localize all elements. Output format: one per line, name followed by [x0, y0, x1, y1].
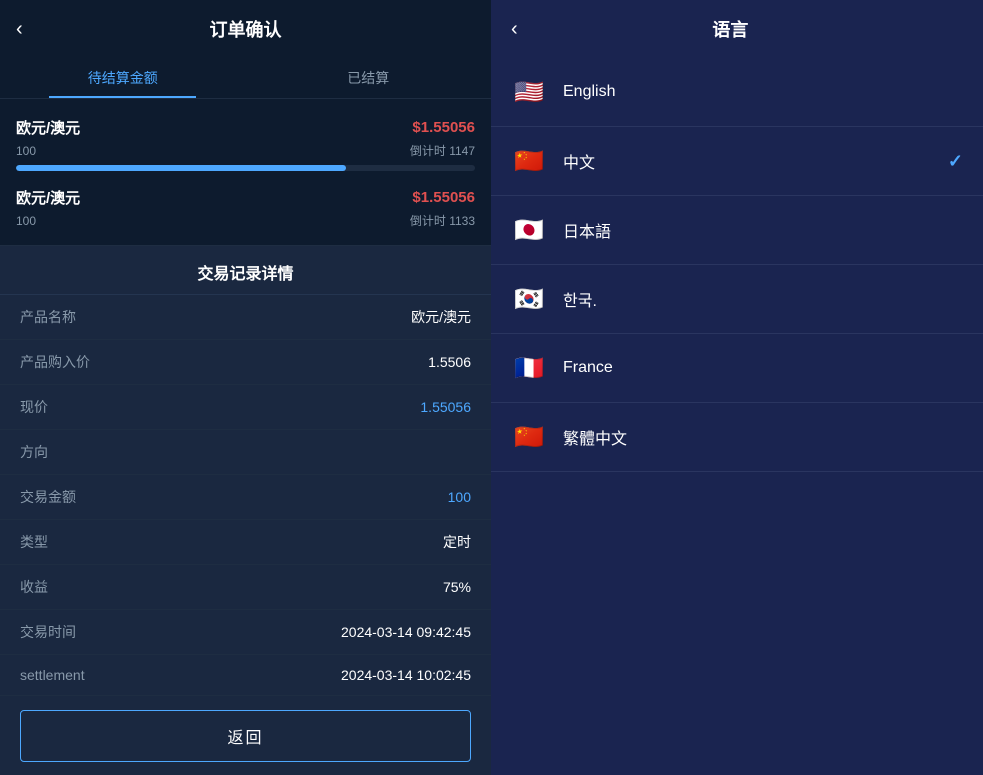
- right-title: 语言: [534, 16, 927, 42]
- order-countdown-1: 倒计时 1147: [410, 142, 475, 159]
- detail-label-6: 收益: [20, 577, 48, 597]
- progress-bar-fill-1: [16, 165, 346, 171]
- order-price-2: $1.55056: [412, 189, 475, 206]
- tabs: 待结算金额 已结算: [0, 58, 491, 99]
- detail-panel: 交易记录详情 产品名称 欧元/澳元 产品购入价 1.5506 现价 1.5505…: [0, 246, 491, 775]
- lang-name-chinese: 中文: [563, 149, 595, 173]
- detail-row-8: settlement 2024-03-14 10:02:45: [0, 655, 491, 696]
- detail-label-1: 产品购入价: [20, 352, 90, 372]
- flag-french: 🇫🇷: [511, 350, 547, 386]
- lang-item-english[interactable]: 🇺🇸 English: [491, 58, 983, 127]
- detail-value-8: 2024-03-14 10:02:45: [341, 667, 471, 683]
- lang-item-chinese[interactable]: 🇨🇳 中文 ✓: [491, 127, 983, 196]
- detail-label-3: 方向: [20, 442, 48, 462]
- detail-row-4: 交易金额 100: [0, 475, 491, 520]
- left-header: ‹ 订单确认: [0, 0, 491, 58]
- language-list: 🇺🇸 English 🇨🇳 中文 ✓ 🇯🇵 日本語 🇰🇷 한국. 🇫🇷 Fran…: [491, 58, 983, 775]
- lang-name-korean: 한국.: [563, 287, 597, 311]
- right-back-button[interactable]: ‹: [511, 18, 518, 41]
- flag-chinese: 🇨🇳: [511, 143, 547, 179]
- lang-item-traditional-chinese[interactable]: 🇨🇳 繁體中文: [491, 403, 983, 472]
- detail-row-2: 现价 1.55056: [0, 385, 491, 430]
- detail-value-2: 1.55056: [420, 399, 471, 415]
- detail-value-1: 1.5506: [428, 354, 471, 370]
- order-price-1: $1.55056: [412, 119, 475, 136]
- detail-row-3: 方向: [0, 430, 491, 475]
- tab-settled[interactable]: 已结算: [246, 58, 492, 98]
- detail-value-5: 定时: [443, 532, 471, 552]
- left-back-button[interactable]: ‹: [16, 18, 23, 41]
- left-panel: ‹ 订单确认 待结算金额 已结算 欧元/澳元 $1.55056 100 倒计时 …: [0, 0, 491, 775]
- order-amount-2: 100: [16, 214, 36, 228]
- return-button-wrap: 返回: [0, 696, 491, 775]
- lang-name-japanese: 日本語: [563, 218, 611, 242]
- lang-name-french: France: [563, 359, 613, 377]
- flag-japanese: 🇯🇵: [511, 212, 547, 248]
- right-header: ‹ 语言: [491, 0, 983, 58]
- lang-name-traditional-chinese: 繁體中文: [563, 425, 627, 449]
- order-item-2[interactable]: 欧元/澳元 $1.55056 100 倒计时 1133: [16, 179, 475, 229]
- detail-row-5: 类型 定时: [0, 520, 491, 565]
- order-item-1[interactable]: 欧元/澳元 $1.55056 100 倒计时 1147: [16, 109, 475, 179]
- lang-name-english: English: [563, 83, 615, 101]
- lang-item-french[interactable]: 🇫🇷 France: [491, 334, 983, 403]
- detail-row-0: 产品名称 欧元/澳元: [0, 295, 491, 340]
- detail-row-1: 产品购入价 1.5506: [0, 340, 491, 385]
- flag-traditional-chinese: 🇨🇳: [511, 419, 547, 455]
- detail-label-7: 交易时间: [20, 622, 76, 642]
- detail-row-6: 收益 75%: [0, 565, 491, 610]
- right-panel: ‹ 语言 🇺🇸 English 🇨🇳 中文 ✓ 🇯🇵 日本語 🇰🇷 한국. 🇫🇷…: [491, 0, 983, 775]
- progress-bar-bg-1: [16, 165, 475, 171]
- detail-label-2: 现价: [20, 397, 48, 417]
- order-pair-1: 欧元/澳元: [16, 117, 80, 138]
- lang-item-korean[interactable]: 🇰🇷 한국.: [491, 265, 983, 334]
- lang-item-japanese[interactable]: 🇯🇵 日本語: [491, 196, 983, 265]
- detail-panel-header: 交易记录详情: [0, 246, 491, 295]
- left-title: 订单确认: [210, 16, 282, 42]
- flag-english: 🇺🇸: [511, 74, 547, 110]
- order-amount-1: 100: [16, 144, 36, 158]
- return-button[interactable]: 返回: [20, 710, 471, 762]
- order-list: 欧元/澳元 $1.55056 100 倒计时 1147 欧元/澳元 $1.550…: [0, 99, 491, 246]
- detail-value-0: 欧元/澳元: [411, 307, 471, 327]
- detail-label-8: settlement: [20, 667, 85, 683]
- detail-value-7: 2024-03-14 09:42:45: [341, 624, 471, 640]
- tab-pending[interactable]: 待结算金额: [0, 58, 246, 98]
- detail-label-5: 类型: [20, 532, 48, 552]
- detail-value-6: 75%: [443, 579, 471, 595]
- order-pair-2: 欧元/澳元: [16, 187, 80, 208]
- flag-korean: 🇰🇷: [511, 281, 547, 317]
- detail-row-7: 交易时间 2024-03-14 09:42:45: [0, 610, 491, 655]
- detail-value-4: 100: [448, 489, 471, 505]
- order-countdown-2: 倒计时 1133: [410, 212, 475, 229]
- check-icon-chinese: ✓: [948, 151, 963, 172]
- detail-label-0: 产品名称: [20, 307, 76, 327]
- detail-label-4: 交易金额: [20, 487, 76, 507]
